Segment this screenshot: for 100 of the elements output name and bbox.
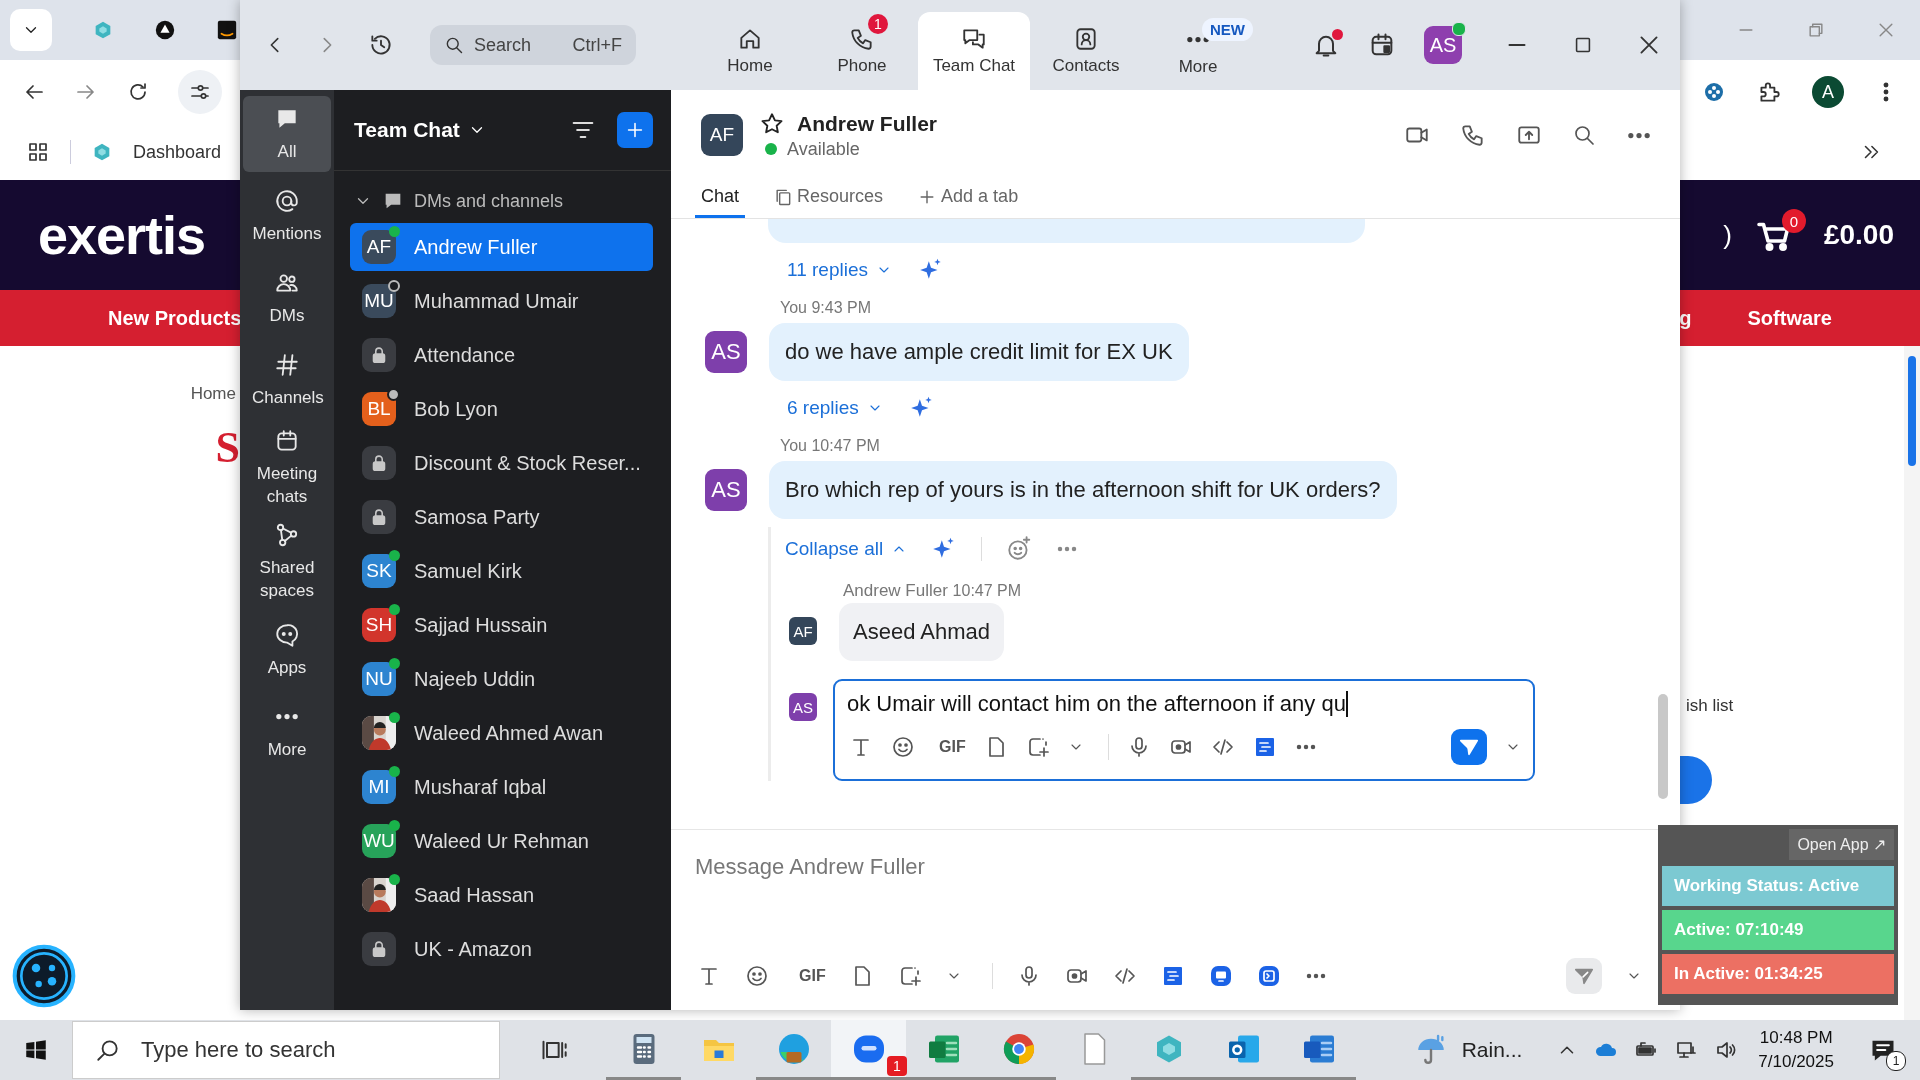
chat-list-item[interactable]: Attendance [350, 331, 653, 379]
nav-tab[interactable]: NEW More [1142, 12, 1254, 90]
chat-list-item[interactable]: SK Samuel Kirk [350, 547, 653, 595]
chat-list-item[interactable]: Samosa Party [350, 493, 653, 541]
open-app-button[interactable]: Open App ↗ [1789, 829, 1894, 860]
sidebar-tab[interactable]: Meeting chats [243, 424, 331, 512]
chat-list-item[interactable]: Saad Hassan [350, 871, 653, 919]
page-scrollbar[interactable] [1904, 346, 1920, 1020]
sidebar-label: More [266, 739, 308, 761]
nav-link[interactable]: g [1679, 306, 1692, 330]
nav-tab[interactable]: Home [694, 12, 806, 90]
contact-avatar[interactable]: AF [701, 114, 743, 156]
taskbar-button[interactable]: 1 [831, 1020, 906, 1080]
more-icon [274, 713, 300, 720]
chat-list-item[interactable]: MU Muhammad Umair [350, 277, 653, 325]
tab-label: Team Chat [932, 56, 1016, 76]
tab-favicon-icon[interactable] [216, 19, 238, 41]
replies-link[interactable]: 6 replies [787, 397, 859, 419]
chat-name: Muhammad Umair [414, 289, 579, 313]
reply-input[interactable]: ok Umair will contact him on the afternoon if any qu GIF [833, 679, 1535, 781]
chat-name: UK - Amazon [414, 937, 532, 961]
replies-link[interactable]: 11 replies [787, 259, 868, 281]
gif-button[interactable]: GIF [939, 738, 966, 756]
page-heading: S [215, 422, 240, 473]
profile-avatar[interactable]: A [1812, 76, 1844, 108]
chat-tab[interactable]: Add a tab [911, 186, 1025, 218]
emoji-icon[interactable] [891, 735, 915, 759]
restore-icon[interactable] [1806, 20, 1826, 40]
contact-avatar: MU [362, 284, 396, 318]
chat-list-item[interactable]: SH Sajjad Hussain [350, 601, 653, 649]
chat-list-item[interactable]: UK - Amazon [350, 925, 653, 973]
phone-call-icon[interactable] [1460, 122, 1486, 148]
taskbar-search-field[interactable]: Type here to search [72, 1021, 500, 1079]
sidebar-tab[interactable]: Channels [243, 342, 331, 418]
list-title[interactable]: Team Chat [354, 118, 460, 142]
apps-grid-icon[interactable] [26, 140, 50, 164]
add-reaction-icon[interactable] [1006, 536, 1033, 562]
lock-icon [362, 446, 396, 480]
tab-favicon-icon[interactable] [154, 19, 176, 41]
sender-avatar: AF [789, 617, 817, 645]
status-bar: Active: 07:10:49 [1662, 910, 1894, 950]
search-field[interactable]: Search Ctrl+F [430, 25, 636, 65]
chat-list-item[interactable]: MI Musharaf Iqbal [350, 763, 653, 811]
nav-link[interactable]: Software [1747, 306, 1832, 330]
sidebar-tab[interactable]: DMs [243, 260, 331, 336]
tab-label: Contacts [1052, 56, 1120, 76]
clock-time[interactable]: 10:48 PM [1759, 1028, 1833, 1048]
send-button[interactable] [1566, 958, 1602, 994]
sidebar-tab[interactable]: Apps [243, 612, 331, 688]
chat-list-item[interactable]: Discount & Stock Reser... [350, 439, 653, 487]
chat-list-item[interactable]: NU Najeeb Uddin [350, 655, 653, 703]
search-icon[interactable] [1572, 123, 1596, 147]
more-icon[interactable] [1056, 546, 1079, 552]
cart-total[interactable]: £0.00 [1823, 219, 1894, 251]
search-icon [444, 35, 464, 55]
clock-date[interactable]: 7/10/2025 [1758, 1052, 1834, 1072]
app-icon[interactable] [1256, 964, 1281, 988]
send-button[interactable] [1451, 729, 1487, 765]
tab-label: Add a tab [941, 186, 1019, 207]
sidebar-tab[interactable]: Shared spaces [243, 518, 331, 606]
new-chat-button[interactable] [617, 112, 653, 148]
site-logo[interactable]: exertis [38, 204, 206, 266]
emoji-icon[interactable] [745, 964, 769, 988]
hash-icon [274, 351, 300, 378]
nav-tab[interactable]: Team Chat [918, 12, 1030, 90]
windows-icon [23, 1037, 49, 1063]
more-icon[interactable] [1294, 744, 1317, 750]
contact-avatar: AF [362, 230, 396, 264]
section-label[interactable]: DMs and channels [414, 190, 564, 212]
nav-tab[interactable]: 1 Phone [806, 12, 918, 90]
more-icon[interactable] [1304, 973, 1327, 979]
chat-list-item[interactable]: Waleed Ahmed Awan [350, 709, 653, 757]
more-icon[interactable] [1626, 131, 1652, 139]
tab-label: Chat [701, 186, 740, 207]
chat-list-item[interactable]: WU Waleed Ur Rehman [350, 817, 653, 865]
lock-icon [362, 932, 396, 966]
gif-button[interactable]: GIF [799, 967, 826, 985]
chat-list-item[interactable]: AF Andrew Fuller [350, 223, 653, 271]
chat-tab[interactable]: Resources [767, 186, 890, 218]
nav-tab[interactable]: Contacts [1030, 12, 1142, 90]
nav-link[interactable]: New Products [108, 306, 242, 330]
wishlist-link[interactable]: ish list [1686, 696, 1734, 716]
chat-list-item[interactable]: BL Bob Lyon [350, 385, 653, 433]
message-input[interactable]: Message Andrew Fuller [695, 838, 1642, 896]
assistant-icon[interactable] [12, 944, 76, 1008]
extension-icon[interactable] [1702, 80, 1726, 104]
chat-tab[interactable]: Chat [695, 186, 746, 218]
round-action-button[interactable] [1680, 756, 1712, 804]
collapse-all-link[interactable]: Collapse all [785, 538, 884, 560]
chat-name: Discount & Stock Reser... [414, 451, 641, 475]
weather-text[interactable]: Rain... [1461, 1038, 1523, 1062]
sidebar-tab[interactable]: All [243, 96, 331, 172]
breadcrumb-link[interactable]: Home [190, 384, 236, 404]
sidebar-tab[interactable]: More [243, 694, 331, 770]
bookmark-link[interactable]: Dashboard [133, 141, 222, 163]
sidebar-tab[interactable]: Mentions [243, 178, 331, 254]
whiteboard-icon[interactable] [1208, 964, 1233, 988]
site-info-button[interactable] [178, 70, 222, 114]
contact-avatar: WU [362, 824, 396, 858]
sidebar-label: Apps [266, 656, 308, 679]
